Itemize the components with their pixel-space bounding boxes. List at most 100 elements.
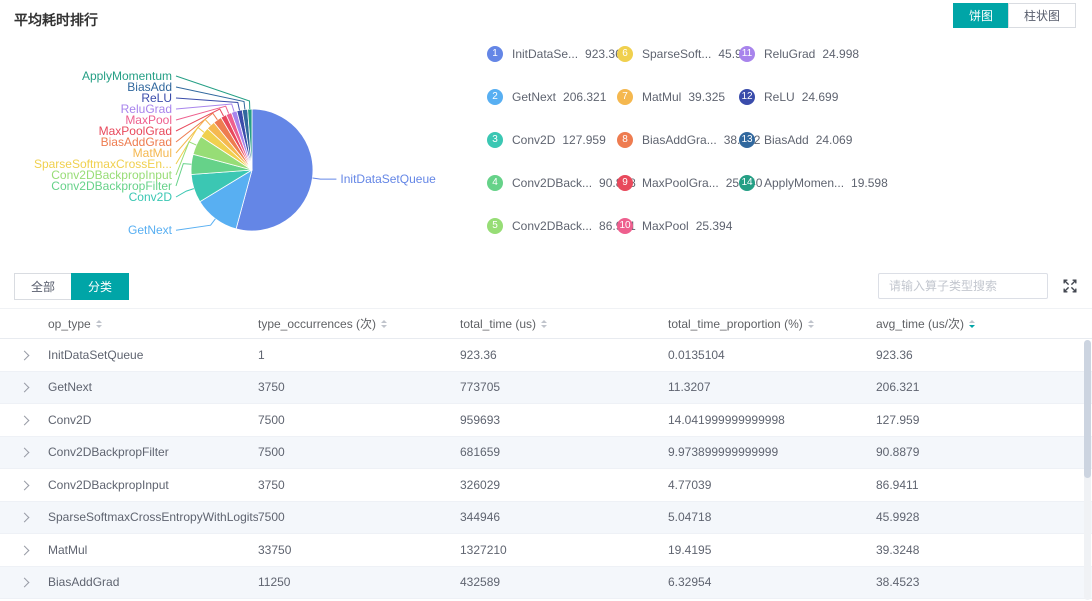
expand-row-button[interactable] [0,510,48,524]
table-cell: BiasAddGrad [48,575,258,589]
expand-row-button[interactable] [0,478,48,492]
table-row-Conv2DBackpropFilter[interactable]: Conv2DBackpropFilter75006816599.97389999… [0,437,1092,470]
tab-category[interactable]: 分类 [71,273,129,300]
chevron-right-icon [20,415,30,425]
legend-item-MaxPool[interactable]: 10MaxPool25.394 [617,218,739,234]
legend-index-badge: 12 [739,89,755,105]
legend-index-badge: 14 [739,175,755,191]
table-cell: 7500 [258,413,460,427]
legend-item-MatMul[interactable]: 7MatMul39.325 [617,89,739,105]
table-cell: 681659 [460,445,668,459]
legend-index-badge: 6 [617,46,633,62]
table-cell: GetNext [48,380,258,394]
table-cell: 45.9928 [876,510,1092,524]
chevron-right-icon [20,513,30,523]
legend-item-BiasAddGrad[interactable]: 8BiasAddGra...38.452 [617,132,739,148]
table-row-InitDataSetQueue[interactable]: InitDataSetQueue1923.360.0135104923.36 [0,339,1092,372]
table-scrollbar[interactable] [1084,340,1091,600]
column-header-total_time[interactable]: total_time (us) [460,317,668,331]
legend-index-badge: 9 [617,175,633,191]
table-header-row: op_typetype_occurrences (次)total_time (u… [0,308,1092,339]
column-header-avg_time[interactable]: avg_time (us/次) [876,315,1092,332]
bar-chart-button[interactable]: 柱状图 [1008,3,1076,28]
expand-row-button[interactable] [0,413,48,427]
legend-index-badge: 10 [617,218,633,234]
legend-name: InitDataSe... [512,47,578,61]
table-cell: 7500 [258,445,460,459]
expand-row-button[interactable] [0,543,48,557]
table-cell: 0.0135104 [668,348,876,362]
table-cell: Conv2D [48,413,258,427]
legend-item-ReLU[interactable]: 12ReLU24.699 [739,89,888,105]
legend-name: Conv2DBack... [512,219,592,233]
chevron-right-icon [20,383,30,393]
column-header-total_time_proportion[interactable]: total_time_proportion (%) [668,317,876,331]
legend-value: 39.325 [688,90,725,104]
legend-item-MaxPoolGrad[interactable]: 9MaxPoolGra...25.740 [617,175,739,191]
scrollbar-thumb[interactable] [1084,340,1091,478]
table-cell: 3750 [258,478,460,492]
table-cell: 86.9411 [876,478,1092,492]
legend-value: 19.598 [851,176,888,190]
pie-label-line [313,178,337,179]
pie-label-Conv2D: Conv2D [129,190,173,204]
pie-chart-button[interactable]: 饼图 [953,3,1009,28]
legend-name: Conv2D [512,133,555,147]
table-cell: 14.041999999999998 [668,413,876,427]
legend-item-ReluGrad[interactable]: 11ReluGrad24.998 [739,46,888,62]
expand-row-button[interactable] [0,348,48,362]
legend-item-Conv2DBackpropFilter[interactable]: 4Conv2DBack...90.888 [487,175,617,191]
table-row-MatMul[interactable]: MatMul33750132721019.419539.3248 [0,534,1092,567]
table-row-BiasAddGrad[interactable]: BiasAddGrad112504325896.3295438.4523 [0,567,1092,600]
table-cell: 326029 [460,478,668,492]
chevron-right-icon [20,545,30,555]
sort-caret-icon[interactable] [96,320,102,328]
sort-caret-icon[interactable] [808,320,814,328]
tab-all[interactable]: 全部 [14,273,72,300]
legend-item-BiasAdd[interactable]: 13BiasAdd24.069 [739,132,888,148]
table-cell: 38.4523 [876,575,1092,589]
column-header-type_occurrences[interactable]: type_occurrences (次) [258,315,460,332]
table-cell: 127.959 [876,413,1092,427]
table-row-GetNext[interactable]: GetNext375077370511.3207206.321 [0,372,1092,405]
table-row-Conv2D[interactable]: Conv2D750095969314.041999999999998127.95… [0,404,1092,437]
table-body: InitDataSetQueue1923.360.0135104923.36Ge… [0,339,1092,599]
legend-item-ApplyMomentum[interactable]: 14ApplyMomen...19.598 [739,175,888,191]
table-cell: 923.36 [460,348,668,362]
sort-caret-icon[interactable] [381,320,387,328]
table-cell: 33750 [258,543,460,557]
legend-item-Conv2DBackpropInput[interactable]: 5Conv2DBack...86.941 [487,218,617,234]
pie-label-line [176,104,234,112]
legend-value: 206.321 [563,90,606,104]
chevron-right-icon [20,480,30,490]
expand-row-button[interactable] [0,445,48,459]
legend-item-GetNext[interactable]: 2GetNext206.321 [487,89,617,105]
legend-index-badge: 13 [739,132,755,148]
op-type-search-input[interactable] [878,273,1048,299]
legend-index-badge: 1 [487,46,503,62]
legend-value: 25.394 [696,219,733,233]
table-cell: 923.36 [876,348,1092,362]
table-cell: 9.973899999999999 [668,445,876,459]
op-type-table: op_typetype_occurrences (次)total_time (u… [0,308,1092,601]
sort-caret-icon[interactable] [541,320,547,328]
pie-label-line [176,164,191,186]
legend-index-badge: 7 [617,89,633,105]
pie-label-line [176,76,250,109]
expand-row-button[interactable] [0,380,48,394]
legend-value: 24.699 [802,90,839,104]
legend-value: 24.069 [816,133,853,147]
sort-caret-icon[interactable] [969,320,975,328]
legend-item-Conv2D[interactable]: 3Conv2D127.959 [487,132,617,148]
legend-index-badge: 3 [487,132,503,148]
legend-item-SparseSoftmaxCrossEntropyWithLogits[interactable]: 6SparseSoft...45.993 [617,46,739,62]
table-cell: 432589 [460,575,668,589]
column-header-op_type[interactable]: op_type [48,317,258,331]
expand-row-button[interactable] [0,575,48,589]
table-cell: 3750 [258,380,460,394]
legend-item-InitDataSetQueue[interactable]: 1InitDataSe...923.360 [487,46,617,62]
table-row-Conv2DBackpropInput[interactable]: Conv2DBackpropInput37503260294.7703986.9… [0,469,1092,502]
pie-chart[interactable]: ApplyMomentumBiasAddReLUReluGradMaxPoolM… [0,28,470,278]
fullscreen-icon[interactable] [1062,278,1078,294]
table-row-SparseSoftmaxCrossEntropyWithLogits[interactable]: SparseSoftmaxCrossEntropyWithLogits75003… [0,502,1092,535]
